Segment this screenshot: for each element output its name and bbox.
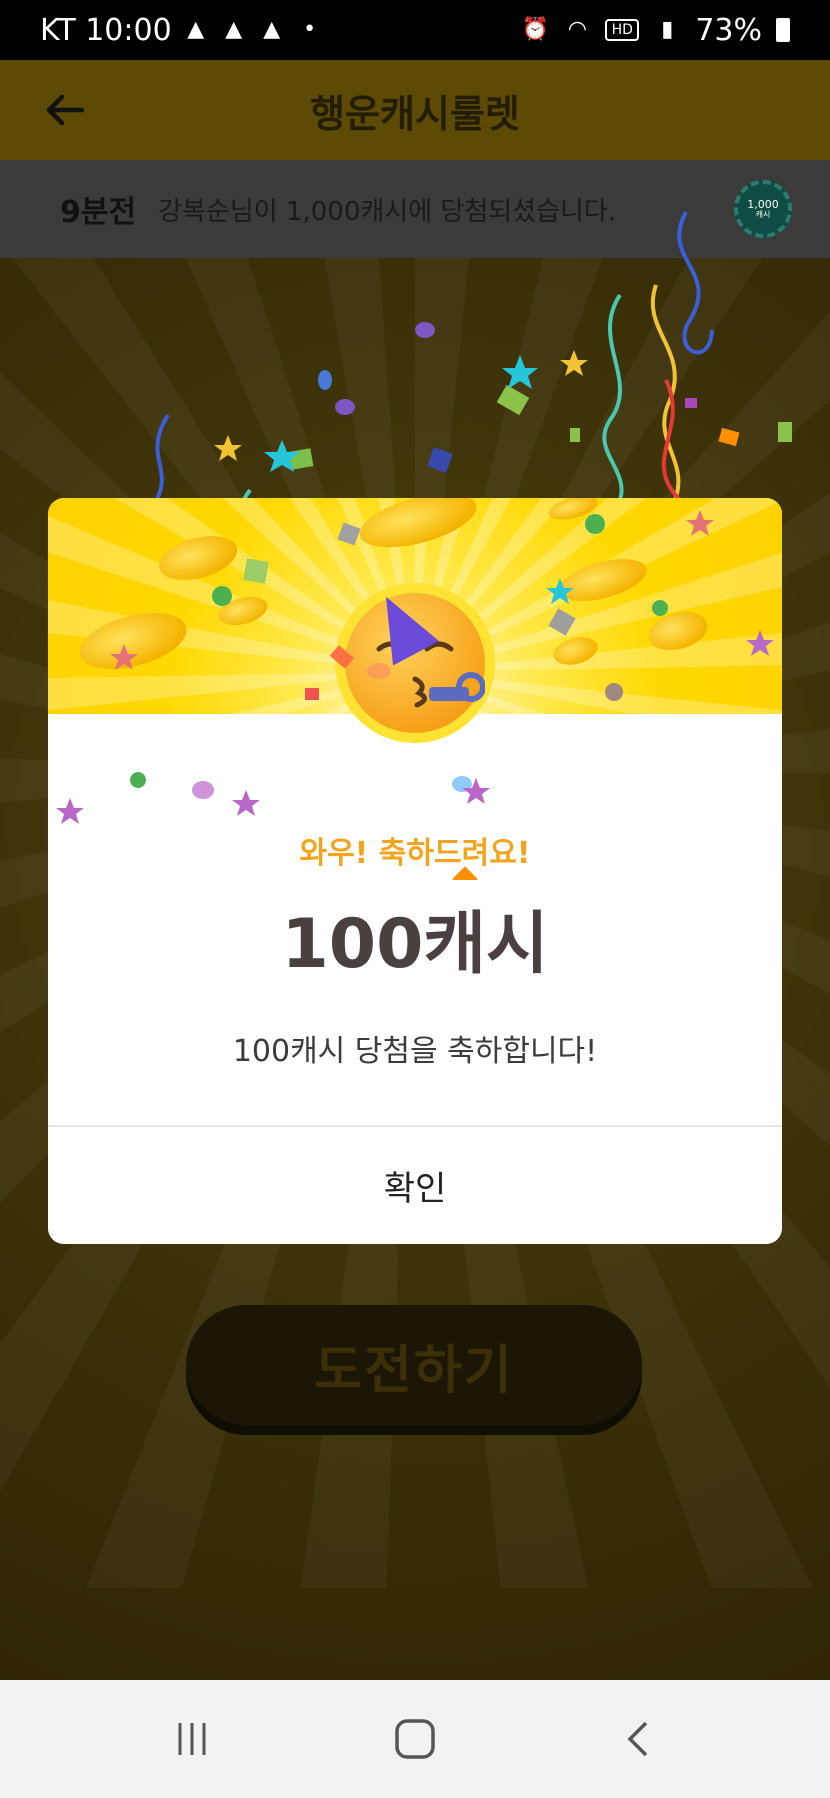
battery-icon	[776, 18, 790, 42]
battery-percent: 73%	[695, 12, 762, 48]
alarm-icon: ⏰	[521, 17, 550, 42]
status-bar: KT 10:00 ▲ ▲ ▲ • ⏰ ◠ HD ▮ 73%	[0, 0, 830, 60]
system-nav-bar	[0, 1680, 830, 1798]
notification-icon: ▲	[225, 17, 243, 42]
confetti-decoration	[56, 510, 774, 880]
arrow-left-icon[interactable]	[40, 85, 90, 135]
carrier-time: KT 10:00	[40, 12, 172, 48]
wifi-icon: ◠	[567, 17, 587, 42]
app-bar: 행운캐시룰렛	[0, 60, 830, 160]
recent-apps-icon[interactable]	[152, 1699, 232, 1779]
prize-message: 100캐시 당첨을 축하합니다!	[232, 1034, 598, 1069]
prize-amount: 100캐시	[281, 905, 549, 984]
hd-icon: HD	[605, 19, 640, 41]
back-icon[interactable]	[598, 1699, 678, 1779]
signal-icon: ▮	[661, 17, 674, 42]
page-title: 행운캐시룰렛	[310, 91, 520, 136]
challenge-button[interactable]: 도전하기	[186, 1305, 642, 1425]
home-icon[interactable]	[375, 1699, 455, 1779]
notification-icon: ▲	[263, 17, 281, 42]
dot-icon: •	[303, 17, 317, 42]
challenge-label: 도전하기	[314, 1340, 514, 1401]
notification-icon: ▲	[187, 17, 205, 42]
confirm-button[interactable]: 확인	[48, 1127, 782, 1244]
